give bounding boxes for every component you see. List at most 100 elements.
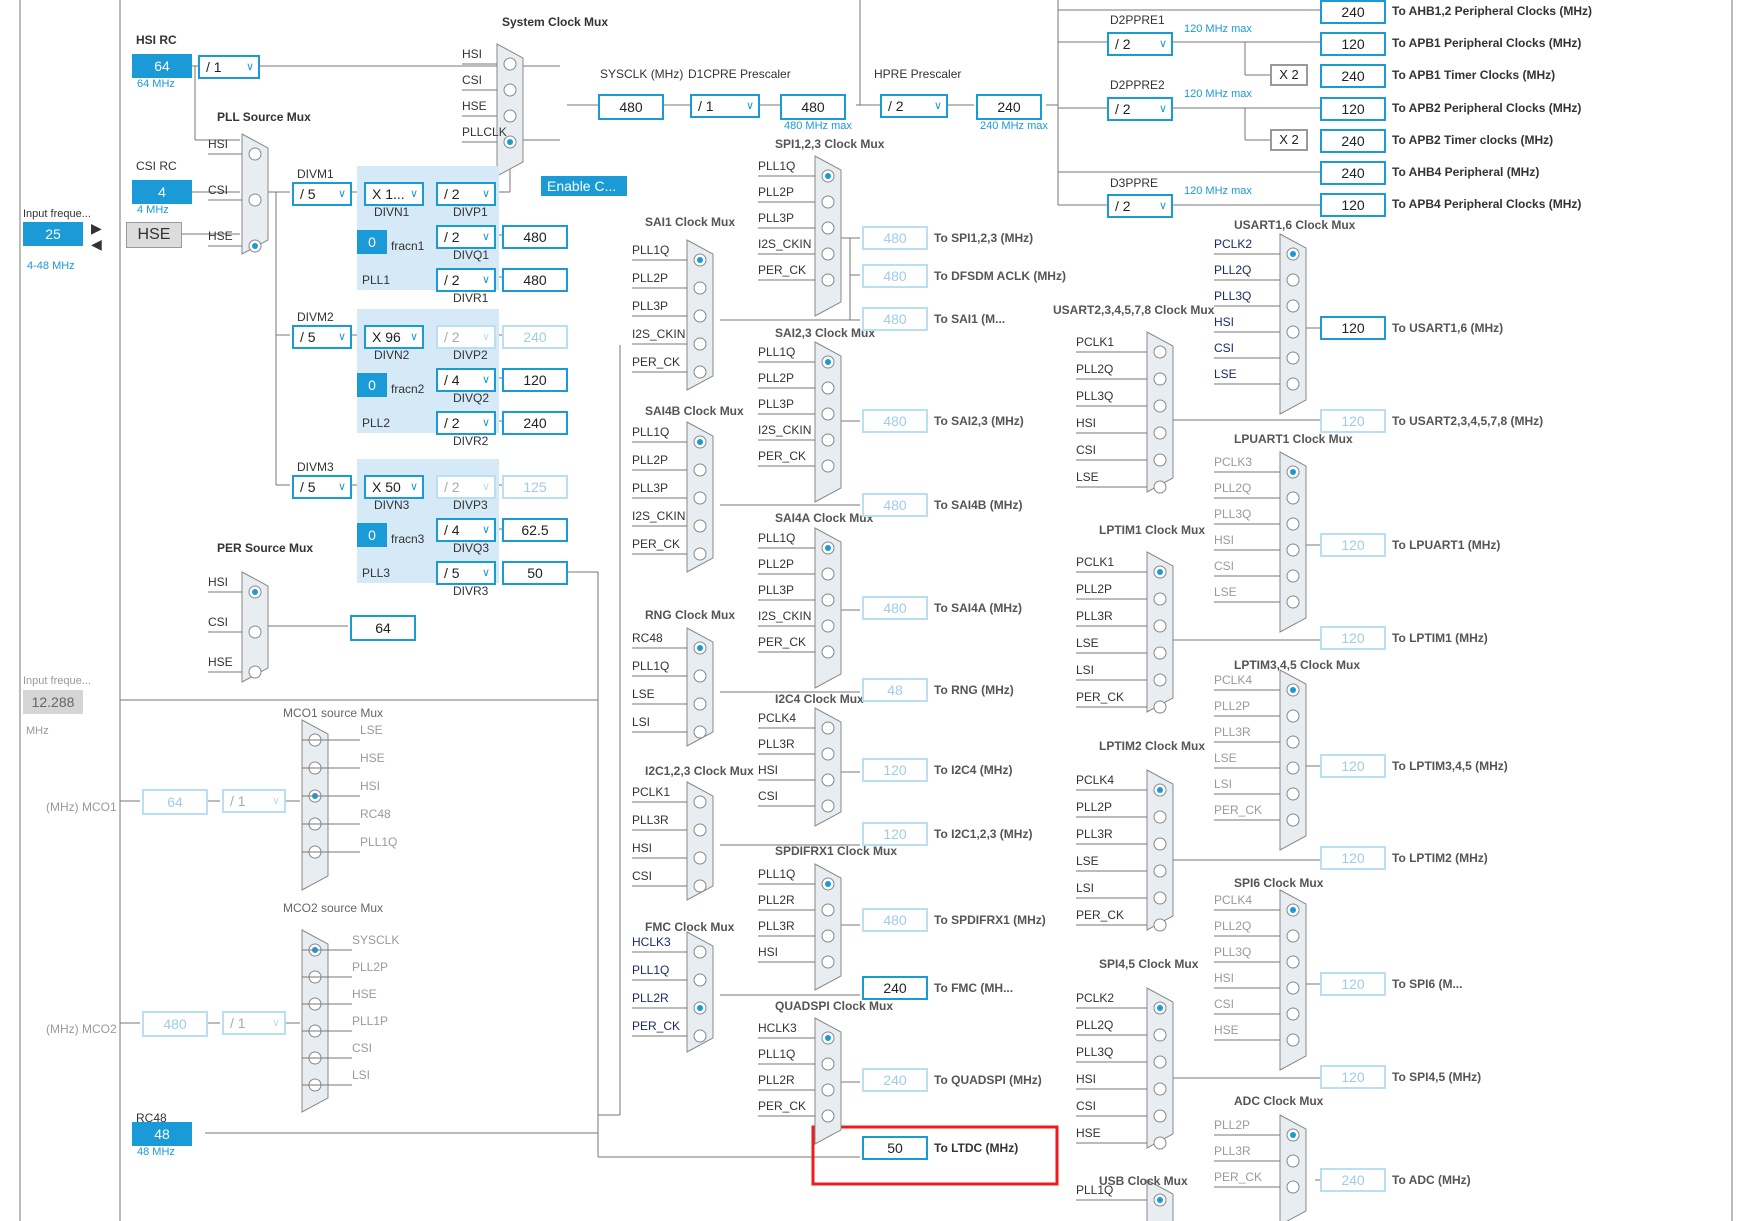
pll2-divr-select[interactable]: / 2 ∨: [436, 411, 496, 435]
pll1-divq-select[interactable]: / 2 ∨: [436, 225, 496, 249]
hse-block[interactable]: HSE: [126, 222, 182, 248]
sai23-mux-title: SAI2,3 Clock Mux: [775, 326, 876, 340]
lse-input-field[interactable]: 12.288: [23, 690, 83, 714]
chevron-down-icon: ∨: [409, 188, 418, 200]
pll3-divq-select[interactable]: / 4 ∨: [436, 518, 496, 542]
pll1-divq-value: / 2: [444, 229, 460, 245]
peripheral-clock-output: 120: [1320, 1065, 1386, 1089]
pll1-divm-select[interactable]: / 5 ∨: [292, 182, 352, 206]
d2ppre2-max: 120 MHz max: [1184, 88, 1252, 100]
d3ppre-select[interactable]: / 2 ∨: [1107, 194, 1173, 218]
spi45-mux-input-label: PLL2Q: [1076, 1018, 1114, 1032]
lptim345-mux-input-label: PER_CK: [1214, 803, 1263, 817]
usart2-mux-radio: [1153, 453, 1167, 467]
enable-css-button[interactable]: Enable C...: [541, 176, 627, 196]
pll-source-mux-input-label: HSI: [208, 137, 229, 151]
pll3-divp-select[interactable]: / 2 ∨: [436, 475, 496, 499]
chevron-down-icon: ∨: [337, 481, 346, 493]
lptim2-mux-radio: [1153, 837, 1167, 851]
pll1-fracn-value[interactable]: 0: [357, 230, 387, 254]
sai4a-mux-radio: [821, 619, 835, 633]
hsi-rc-label: HSI RC: [136, 33, 177, 47]
lpuart1-mux-radio: [1286, 491, 1300, 505]
lptim1-mux-title: LPTIM1 Clock Mux: [1099, 523, 1206, 537]
d1cpre-label: D1CPRE Prescaler: [688, 67, 791, 81]
pll3-fracn-value[interactable]: 0: [357, 523, 387, 547]
i2c123-mux-radio: [693, 795, 707, 809]
csi-rc-freq: 4 MHz: [137, 204, 169, 216]
spi45-mux-input-label: CSI: [1076, 1099, 1097, 1113]
mco2-divider-select[interactable]: / 1 ∨: [222, 1011, 286, 1035]
pll2-divn-select[interactable]: X 96 ∨: [364, 325, 424, 349]
lptim2-mux-radio: [1153, 918, 1167, 932]
adc-mux-input-label: PLL2P: [1214, 1118, 1251, 1132]
fmc-mux-input-label: HCLK3: [632, 935, 671, 949]
mco1-mux-title: MCO1 source Mux: [283, 706, 384, 720]
d2ppre2-select[interactable]: / 2 ∨: [1107, 97, 1173, 121]
pll2-fracn-value[interactable]: 0: [357, 373, 387, 397]
pll1-divp-select[interactable]: / 2 ∨: [436, 182, 496, 206]
bus-output-label: To APB1 Peripheral Clocks (MHz): [1392, 36, 1582, 50]
spi45-mux-title: SPI4,5 Clock Mux: [1099, 957, 1199, 971]
d2ppre1-select[interactable]: / 2 ∨: [1107, 32, 1173, 56]
spi6-mux-radio: [1286, 1033, 1300, 1047]
usart2-mux-radio: [1153, 399, 1167, 413]
usart16-mux-input-label: PLL3Q: [1214, 289, 1252, 303]
hpre-max: 240 MHz max: [980, 120, 1048, 132]
pll-source-mux-radio-selected: [252, 243, 258, 249]
usart2-mux-input-label: CSI: [1076, 443, 1097, 457]
quadspi-mux-radio-selected: [825, 1035, 831, 1041]
lptim345-mux-radio: [1286, 735, 1300, 749]
pll1-divn-label: DIVN1: [374, 205, 410, 219]
pll1-divn-select[interactable]: X 1... ∨: [364, 182, 424, 206]
quadspi-mux-input-label: HCLK3: [758, 1021, 797, 1035]
sai23-mux-radio: [821, 407, 835, 421]
usart16-mux-radio: [1286, 273, 1300, 287]
d1cpre-select[interactable]: / 1 ∨: [690, 94, 760, 118]
i2c4-mux-radio: [821, 799, 835, 813]
spi45-mux-radio-selected: [1157, 1005, 1163, 1011]
spi6-mux-input-label: HSE: [1214, 1023, 1239, 1037]
lptim345-mux-radio: [1286, 709, 1300, 723]
lptim345-mux-input-label: PLL2P: [1214, 699, 1251, 713]
pll3-divm-select[interactable]: / 5 ∨: [292, 475, 352, 499]
lptim2-mux-input-label: PER_CK: [1076, 908, 1125, 922]
pll-source-mux-input-label: HSE: [208, 229, 233, 243]
sai1-mux-input-label: PLL2P: [632, 271, 669, 285]
hsi-divider-select[interactable]: / 1 ∨: [198, 55, 260, 79]
hsi-divider-value: / 1: [206, 59, 222, 75]
quadspi-mux-input-label: PER_CK: [758, 1099, 807, 1113]
pll2-divq-label: DIVQ2: [453, 391, 490, 405]
peripheral-clock-label: To RNG (MHz): [934, 683, 1014, 697]
mco1-divider-select[interactable]: / 1 ∨: [222, 789, 286, 813]
adc-mux-input-label: PLL3R: [1214, 1144, 1251, 1158]
adc-mux-input-label: PER_CK: [1214, 1170, 1263, 1184]
usart16-mux-input-label: CSI: [1214, 341, 1235, 355]
rng-mux-radio: [693, 725, 707, 739]
spi45-mux-input-label: HSE: [1076, 1126, 1101, 1140]
i2c123-mux-input-label: PLL3R: [632, 813, 669, 827]
spi123-mux-input-label: PLL2P: [758, 185, 795, 199]
lptim1-mux-radio: [1153, 592, 1167, 606]
d1cpre-output: 480: [780, 94, 846, 120]
input-frequency-field[interactable]: 25: [23, 222, 83, 246]
i2c123-mux-radio: [693, 823, 707, 837]
pll2-divp-select[interactable]: / 2 ∨: [436, 325, 496, 349]
fmc-mux-input-label: PLL1Q: [632, 963, 670, 977]
quadspi-mux-radio: [821, 1083, 835, 1097]
usart16-mux-title: USART1,6 Clock Mux: [1234, 218, 1356, 232]
pll3-divr-select[interactable]: / 5 ∨: [436, 561, 496, 585]
peripheral-clock-output: 120: [862, 758, 928, 782]
pll1-divr-select[interactable]: / 2 ∨: [436, 268, 496, 292]
mco1-output: 64: [142, 789, 208, 815]
sai23-mux-radio: [821, 381, 835, 395]
peripheral-clock-output: 480: [862, 264, 928, 288]
sai23-mux-radio-selected: [825, 359, 831, 365]
lpuart1-mux-radio: [1286, 569, 1300, 583]
pll3-divn-select[interactable]: X 50 ∨: [364, 475, 424, 499]
sai23-mux-input-label: PLL3P: [758, 397, 795, 411]
pll2-divm-select[interactable]: / 5 ∨: [292, 325, 352, 349]
pll2-divq-select[interactable]: / 4 ∨: [436, 368, 496, 392]
lpuart1-mux-input-label: PLL2Q: [1214, 481, 1252, 495]
hpre-select[interactable]: / 2 ∨: [880, 94, 948, 118]
